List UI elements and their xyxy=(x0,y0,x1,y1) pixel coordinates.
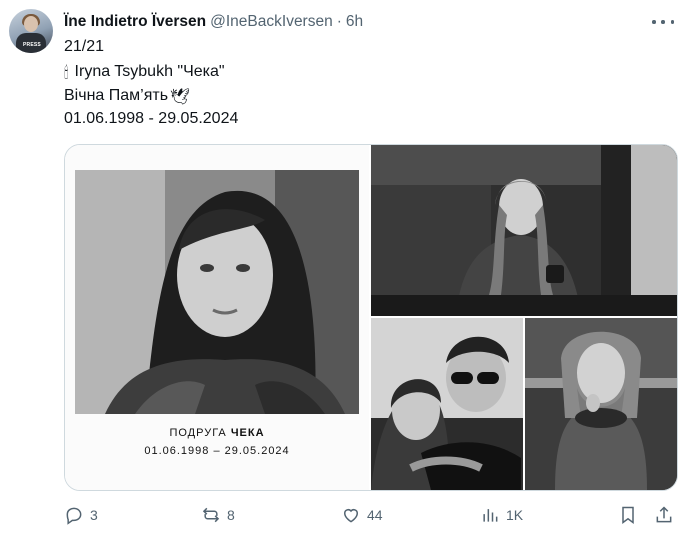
share-button[interactable] xyxy=(654,500,674,530)
tweet-line-3: Вічна Пам’ять 🕊 xyxy=(64,85,196,109)
separator-dot: · xyxy=(336,13,342,30)
memorial-portrait xyxy=(75,170,359,414)
timestamp[interactable]: 6h xyxy=(346,13,363,31)
photo-couple[interactable] xyxy=(371,318,523,490)
views-button[interactable]: 1K xyxy=(480,500,523,530)
repost-icon xyxy=(202,507,220,523)
card-dates: 01.06.1998 – 29.05.2024 xyxy=(144,445,290,457)
photo-vehicle[interactable] xyxy=(371,145,677,316)
candle-icon: 🕯 xyxy=(64,65,69,82)
share-icon xyxy=(656,506,672,523)
card-caption: ПОДРУГА ЧЕКА xyxy=(65,427,369,439)
views-icon xyxy=(483,509,498,522)
like-icon xyxy=(344,509,358,523)
display-name[interactable]: Ïne Indietro Ïversen xyxy=(64,13,206,31)
tweet-line-2-text: Iryna Tsybukh "Чека" xyxy=(74,63,225,80)
reply-count: 3 xyxy=(90,507,98,523)
repost-button[interactable]: 8 xyxy=(201,500,235,530)
tweet-line-1: 21/21 xyxy=(64,38,105,55)
like-button[interactable]: 44 xyxy=(341,500,383,530)
more-icon[interactable] xyxy=(652,12,674,32)
repost-count: 8 xyxy=(227,507,235,523)
tweet-line-4: 01.06.1998 - 29.05.2024 xyxy=(64,110,239,127)
action-bar: 3 8 44 1K xyxy=(0,500,700,530)
photo-hooded[interactable] xyxy=(525,318,677,490)
caption-name: ЧЕКА xyxy=(230,427,265,439)
like-count: 44 xyxy=(367,507,383,523)
avatar-face xyxy=(24,16,38,32)
reply-icon xyxy=(66,507,82,525)
dove-icon: 🕊 xyxy=(170,89,191,106)
caption-prefix: ПОДРУГА xyxy=(169,427,227,439)
memorial-card[interactable]: ПОДРУГА ЧЕКА 01.06.1998 – 29.05.2024 xyxy=(65,145,369,490)
tweet-line-2: 🕯 Iryna Tsybukh "Чека" xyxy=(64,61,225,85)
views-count: 1K xyxy=(506,507,524,523)
tweet-line-3-text: Вічна Пам’ять xyxy=(64,87,169,104)
tweet-header: Ïne Indietro Ïversen @IneBackIversen · 6… xyxy=(64,11,363,33)
reply-button[interactable]: 3 xyxy=(64,500,98,530)
avatar[interactable]: PRESS xyxy=(9,9,53,53)
media-grid[interactable]: ПОДРУГА ЧЕКА 01.06.1998 – 29.05.2024 xyxy=(64,144,678,491)
avatar-press-badge: PRESS xyxy=(23,42,41,48)
user-handle[interactable]: @IneBackIversen xyxy=(210,13,333,31)
bookmark-icon xyxy=(622,506,634,524)
bookmark-button[interactable] xyxy=(618,500,638,530)
